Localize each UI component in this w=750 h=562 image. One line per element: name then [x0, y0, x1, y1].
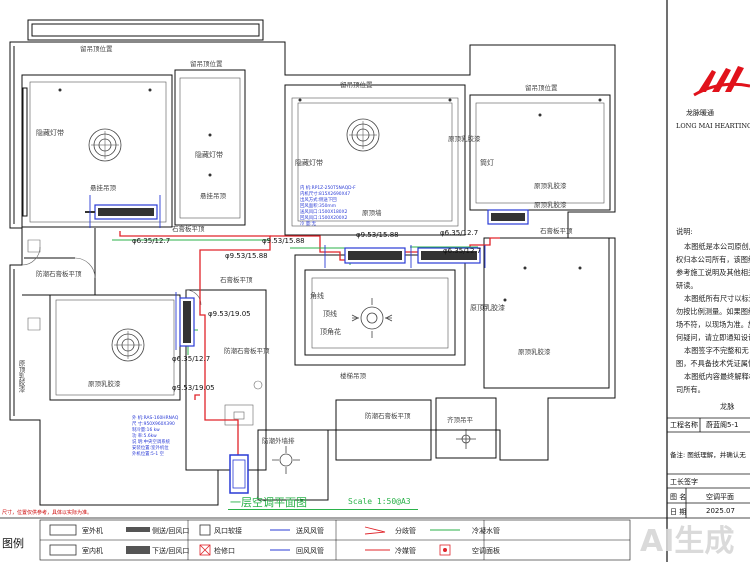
room-label-gypsum-3: 石膏板平顶	[220, 276, 253, 284]
room-label-flower: 顶角花	[320, 328, 341, 336]
room-label-paint-3: 原顶乳胶漆	[534, 201, 567, 209]
pipe-label-9: φ9.53/19.05	[172, 384, 215, 392]
notes-line-5: 勿按比例测量。如果图纸	[676, 307, 750, 316]
outdoor-unit	[229, 454, 249, 494]
notes-line-9: 图，不具备技术凭证属性	[676, 359, 750, 368]
pipe-label-8: φ6.35/12.7	[172, 355, 211, 363]
legend-item-branch: 分歧管	[395, 527, 416, 535]
room-label-ceiling-inner: 原顶墙	[362, 209, 382, 217]
room-label-entry-left: 隐藏灯带	[36, 129, 64, 137]
room-label-entry-right: 隐藏灯带	[195, 151, 223, 159]
legend-item-down-vent: 下送/回风口	[152, 547, 190, 555]
legend-item-indoor: 室内机	[82, 547, 103, 555]
pipe-label-1: φ6.35/12.7	[132, 237, 171, 245]
room-label-paint-6: 原顶乳胶漆	[518, 348, 551, 356]
room-label-light-strip: 筒灯	[480, 159, 494, 167]
company-logo	[693, 66, 750, 97]
legend-item-return-duct: 回风风管	[296, 547, 324, 555]
project-value: 蔚蓝阁5-1	[706, 421, 739, 429]
notes-line-4: 本图纸所有尺寸以标注	[684, 294, 750, 303]
notes-line-7: 何疑问，请立即通知设计	[676, 333, 750, 342]
drawing-label: 图 名	[670, 493, 687, 501]
room-label-gypsum-1: 石膏板平顶	[172, 225, 205, 233]
notes-line-10: 本图纸内容最终解释权	[684, 372, 750, 381]
room-label-side-ceiling: 防潮石膏板平顶	[365, 412, 411, 420]
company-name-cn: 龙脉暖通	[686, 109, 714, 117]
project-label: 工程名称	[670, 421, 698, 429]
company-footer: 龙脉	[720, 402, 735, 411]
room-label-paint-4: 原顶乳胶漆	[88, 380, 121, 388]
room-label-gypsum-2: 石膏板平顶	[540, 227, 573, 235]
remark-value: 备注: 图纸理解，并确认无	[670, 451, 746, 459]
room-label-bay: 原顶乳胶漆	[17, 360, 25, 393]
room-label-ceiling-mid: 悬挂吊顶	[200, 192, 226, 200]
legend-item-side-vent: 侧送/回风口	[152, 527, 190, 535]
room-label-far-right: 齐顶吊平	[447, 416, 473, 424]
notes-title: 说明:	[676, 227, 693, 236]
room-label-wash: 防潮外墙排	[262, 437, 295, 445]
notes-line-3: 研读。	[676, 281, 698, 290]
pipe-label-7: φ9.53/19.05	[208, 310, 251, 318]
watermark: AI生成	[640, 524, 735, 559]
outdoor-line-6: 外机位置:5-1 空	[132, 452, 164, 457]
legend-item-condensate: 冷凝水管	[472, 527, 500, 535]
legend-item-supply-duct: 送风风管	[296, 527, 324, 535]
signature-label: 工长签字	[670, 478, 698, 486]
pipe-label-2: φ9.53/15.88	[262, 237, 305, 245]
plan-title-underline	[228, 509, 418, 510]
room-label-balcony: 留吊顶位置	[80, 45, 113, 53]
room-label-top-line: 顶线	[323, 310, 337, 318]
outdoor-spec-block: 外 机:RAS-160HRNAQ 尺 寸:950X960X390 制冷量:16 …	[132, 416, 178, 458]
legend-item-outdoor: 室外机	[82, 527, 103, 535]
notes-line-0: 本图纸是本公司原创,	[684, 242, 750, 251]
spec-line-6: 冷 量:无	[300, 222, 317, 227]
floor-plan-drawing	[0, 0, 750, 562]
company-name-en: LONG MAI HEARTING C	[676, 122, 750, 130]
pipe-label-6: φ6.35/12.7	[443, 247, 482, 255]
legend-item-refrigerant: 冷媒管	[395, 547, 416, 555]
date-value: 2025.07	[706, 507, 735, 515]
room-label-paint-2: 原顶乳胶漆	[534, 182, 567, 190]
room-label-dining-left: 隐藏灯带	[295, 159, 323, 167]
notes-line-1: 权归本公司所有，该图纸	[676, 255, 750, 264]
pipe-label-3: φ9.53/15.88	[356, 231, 399, 239]
plan-scale: Scale 1:50@A3	[348, 497, 411, 506]
walls	[9, 19, 616, 506]
pipe-label-5: φ6.35/12.7	[440, 229, 479, 237]
room-label-corner-line: 角线	[310, 292, 324, 300]
room-label-gypsum-5: 防潮石膏板平顶	[224, 347, 270, 355]
notes-line-6: 场不符，以现场为准。施	[676, 320, 750, 329]
notes-line-2: 参考施工说明及其他相关	[676, 268, 750, 277]
room-label-stair: 楼梯吊顶	[340, 372, 366, 380]
room-label-paint-5: 原顶乳胶漆	[470, 304, 505, 312]
room-label-cabinet-top: 留吊顶位置	[190, 60, 223, 68]
room-label-ceiling-left: 悬挂吊顶	[90, 184, 116, 192]
room-label-dining-top: 留吊顶位置	[340, 81, 373, 89]
legend-item-soft-joint: 风口软接	[214, 527, 242, 535]
legend-item-panel: 空调面板	[472, 547, 500, 555]
drawing-value: 空调平面	[706, 493, 734, 501]
legend-title: 图例	[2, 537, 24, 550]
legend-note: 尺寸，位置仅供参考，具体以实际为准。	[2, 510, 93, 516]
notes-line-8: 本图签字不完整和无	[684, 346, 749, 355]
room-label-paint-1: 原顶乳胶漆	[448, 135, 481, 143]
room-label-gypsum-4: 防潮石膏板平顶	[36, 270, 82, 278]
room-label-living-top: 留吊顶位置	[525, 84, 558, 92]
plan-title: 一层空调平面图	[230, 496, 307, 509]
notes-line-11: 司所有。	[676, 385, 705, 394]
spec-block: 内 机:RP1Z-250T5NAQD-F 内机尺寸:815X2690X47 出风…	[300, 186, 356, 228]
legend-item-access: 检修口	[214, 547, 235, 555]
pipe-label-4: φ9.53/15.88	[225, 252, 268, 260]
